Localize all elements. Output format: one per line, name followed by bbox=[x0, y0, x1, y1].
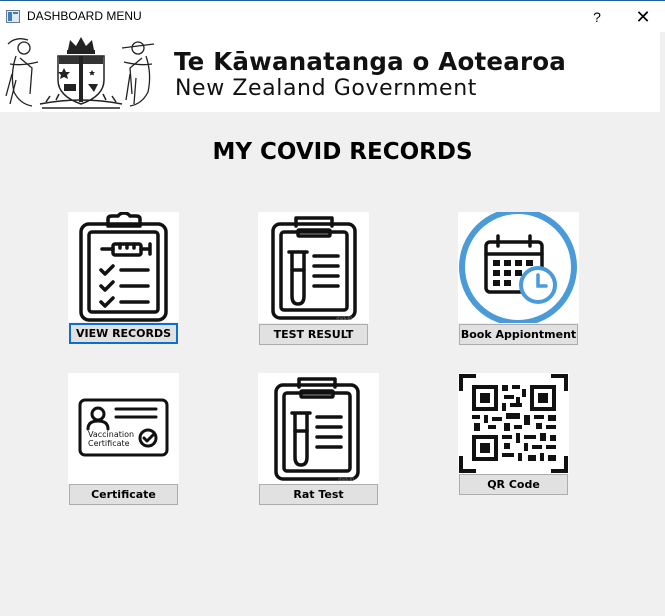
app-icon bbox=[6, 10, 20, 23]
clipboard-test-tube-icon: stock-ID bbox=[271, 216, 357, 321]
view-records-image[interactable] bbox=[68, 212, 179, 322]
coat-of-arms-icon bbox=[5, 37, 155, 109]
svg-text:stock-ID: stock-ID bbox=[338, 477, 354, 482]
certificate-line1: Vaccination bbox=[88, 430, 134, 439]
view-records-button[interactable]: VIEW RECORDS bbox=[69, 323, 178, 344]
close-button[interactable]: ✕ bbox=[620, 1, 665, 33]
certificate-button[interactable]: Certificate bbox=[69, 484, 178, 505]
qr-code-button[interactable]: QR Code bbox=[459, 474, 568, 495]
certificate-image[interactable]: Vaccination Certificate bbox=[68, 373, 179, 484]
clipboard-test-tube-icon: stock-ID bbox=[274, 377, 360, 482]
banner-english-title: New Zealand Government bbox=[175, 76, 477, 101]
vaccination-certificate-icon: Vaccination Certificate bbox=[78, 398, 169, 457]
window-title: DASHBOARD MENU bbox=[27, 9, 142, 23]
test-result-image[interactable]: stock-ID bbox=[258, 212, 369, 323]
test-result-button[interactable]: TEST RESULT bbox=[259, 324, 368, 345]
help-button[interactable]: ? bbox=[574, 1, 620, 33]
clipboard-vaccine-icon bbox=[79, 212, 168, 322]
government-banner: Te Kāwanatanga o Aotearoa New Zealand Go… bbox=[0, 32, 660, 112]
book-appointment-image[interactable] bbox=[458, 212, 579, 323]
book-appointment-button[interactable]: Book Appiontment bbox=[459, 324, 578, 345]
qr-code-icon bbox=[459, 374, 568, 473]
certificate-line2: Certificate bbox=[88, 439, 130, 448]
qr-code-image[interactable] bbox=[458, 373, 569, 474]
svg-text:stock-ID: stock-ID bbox=[336, 316, 352, 321]
calendar-clock-icon bbox=[459, 212, 577, 323]
rat-test-image[interactable]: stock-ID bbox=[258, 373, 379, 484]
title-bar: DASHBOARD MENU ? ✕ bbox=[0, 0, 665, 32]
banner-maori-title: Te Kāwanatanga o Aotearoa bbox=[174, 47, 567, 76]
page-title: MY COVID RECORDS bbox=[212, 139, 473, 165]
rat-test-button[interactable]: Rat Test bbox=[259, 484, 378, 505]
